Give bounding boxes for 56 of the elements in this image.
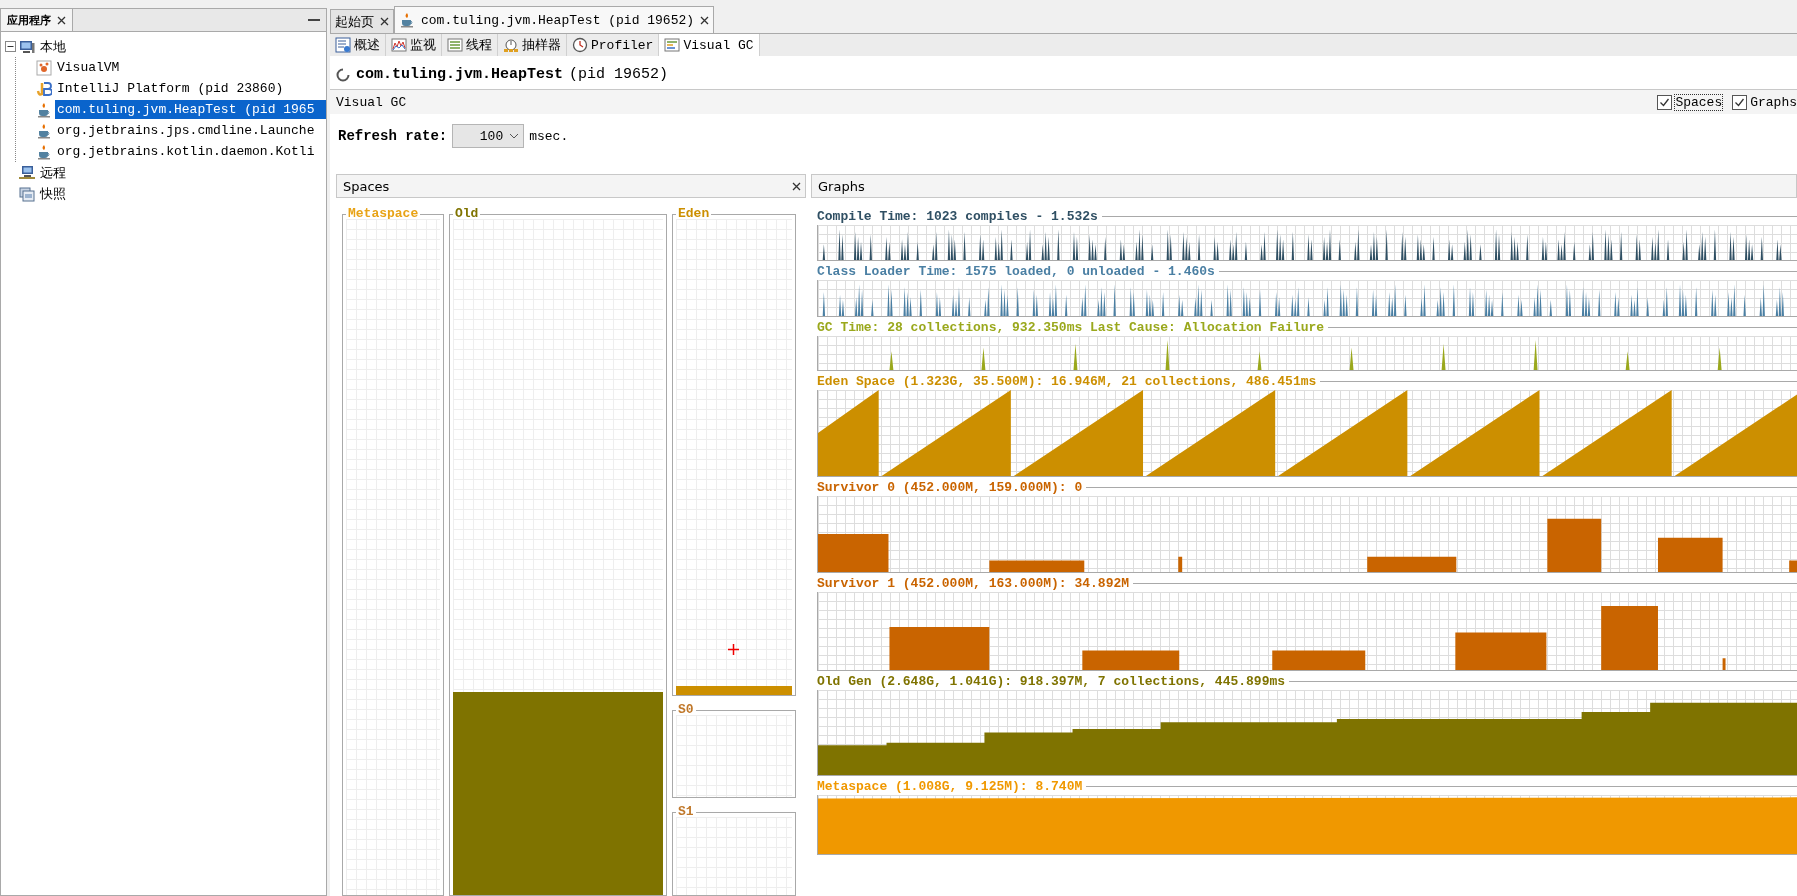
collapse-icon[interactable] <box>5 41 16 52</box>
refresh-label: Refresh rate: <box>338 128 448 144</box>
coffee-cup-icon <box>399 12 415 28</box>
tree-item[interactable]: 远程 <box>38 163 68 182</box>
tree-item[interactable]: org.jetbrains.jps.cmdline.Launche <box>55 121 317 140</box>
pid-label: (pid 19652) <box>569 66 669 83</box>
clock-icon <box>572 37 588 53</box>
table-icon <box>664 37 681 53</box>
minimize-icon[interactable] <box>308 18 320 22</box>
graph-title: Eden Space (1.323G, 35.500M): 16.946M, 21 collections, 486.451ms <box>817 374 1317 389</box>
tree-item[interactable]: org.jetbrains.kotlin.daemon.Kotli <box>55 142 317 161</box>
app-icon <box>36 59 52 76</box>
checkbox[interactable] <box>1732 94 1748 110</box>
graph-title: Class Loader Time: 1575 loaded, 0 unloaded - 1.460s <box>817 264 1215 279</box>
panel-tab[interactable]: 应用程序 <box>1 9 73 31</box>
tree-item[interactable]: 快照 <box>38 184 68 203</box>
list-icon <box>447 37 463 53</box>
computer-icon <box>19 38 35 55</box>
panel-header: Graphs <box>811 174 1797 198</box>
tree-item[interactable]: IntelliJ Platform (pid 23860) <box>55 79 286 98</box>
view-tab[interactable]: Visual GC <box>659 34 760 56</box>
coffee-cup-icon <box>36 101 52 118</box>
loading-icon <box>336 67 350 82</box>
chart-icon <box>391 37 407 53</box>
panel-header: Spaces <box>336 174 806 198</box>
stopwatch-icon <box>503 37 519 53</box>
unit-label: msec. <box>529 128 569 144</box>
space-title: Metaspace <box>346 206 421 222</box>
plus-icon <box>728 644 739 655</box>
coffee-cup-icon <box>36 122 52 139</box>
tree-item[interactable]: com.tuling.jvm.HeapTest (pid 1965 <box>55 100 326 119</box>
graph-title: Metaspace (1.008G, 9.125M): 8.740M <box>817 779 1083 794</box>
snapshot-icon <box>19 185 35 202</box>
checkbox[interactable] <box>1657 94 1673 110</box>
graph-title: Survivor 1 (452.000M, 163.000M): 34.892M <box>817 576 1130 591</box>
chevron-down-icon <box>509 133 520 139</box>
graph-title: Compile Time: 1023 compiles - 1.532s <box>817 209 1098 224</box>
app-name: com.tuling.jvm.HeapTest <box>356 66 564 83</box>
document-tab[interactable]: com.tuling.jvm.HeapTest (pid 19652) <box>394 6 715 33</box>
close-icon[interactable] <box>57 15 66 25</box>
close-icon[interactable] <box>792 181 801 191</box>
refresh-dropdown[interactable]: 100 <box>452 124 525 148</box>
tree-item[interactable]: VisualVM <box>55 58 122 77</box>
graph-title: GC Time: 28 collections, 932.350ms Last Cause: Allocation Failure <box>817 320 1325 335</box>
close-icon[interactable] <box>700 15 710 25</box>
graph-title: Old Gen (2.648G, 1.041G): 918.397M, 7 collections, 445.899ms <box>817 674 1286 689</box>
close-icon[interactable] <box>380 17 389 26</box>
document-tab[interactable]: 起始页 <box>330 9 394 33</box>
coffee-cup-icon <box>36 143 52 160</box>
document-icon <box>335 37 351 53</box>
graph-title: Survivor 0 (452.000M, 159.000M): 0 <box>817 480 1083 495</box>
section-title: Visual GC <box>336 94 407 110</box>
network-computer-icon <box>19 164 35 181</box>
checkbox-label[interactable]: Spaces <box>1675 94 1723 110</box>
checkbox-label[interactable]: Graphs <box>1750 94 1797 110</box>
tree-item[interactable]: 本地 <box>38 37 68 56</box>
